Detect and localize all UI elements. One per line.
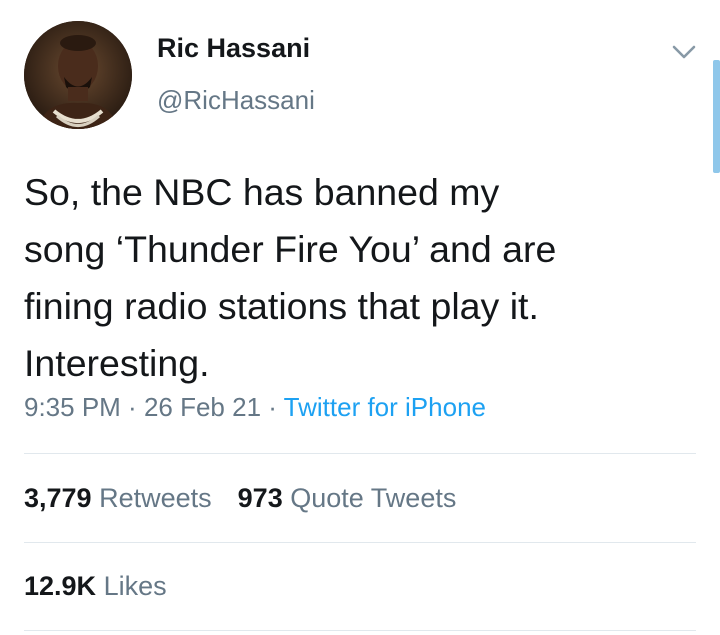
likes-stat[interactable]: 12.9K Likes xyxy=(24,571,167,602)
meta-separator: · xyxy=(261,392,284,422)
tweet-time: 9:35 PM xyxy=(24,392,121,422)
divider xyxy=(24,453,696,454)
quote-tweets-stat[interactable]: 973 Quote Tweets xyxy=(238,483,457,513)
avatar-image xyxy=(24,21,132,129)
tweet-text-line: Interesting. xyxy=(24,342,210,384)
tweet-text-line: fining radio stations that play it. xyxy=(24,285,539,327)
engagement-stats: 3,779 Retweets 973 Quote Tweets xyxy=(24,483,456,514)
quote-tweets-count: 973 xyxy=(237,483,283,513)
avatar[interactable] xyxy=(24,21,132,129)
divider xyxy=(24,542,696,543)
likes-label: Likes xyxy=(103,571,167,601)
divider xyxy=(24,630,696,631)
tweet-text-line: So, the NBC has banned my xyxy=(24,171,500,213)
tweet-date: 26 Feb 21 xyxy=(143,392,262,422)
tweet-text: So, the NBC has banned my song ‘Thunder … xyxy=(24,164,704,392)
scrollbar[interactable] xyxy=(713,60,720,173)
retweets-label: Retweets xyxy=(99,483,212,513)
quote-tweets-label: Quote Tweets xyxy=(290,483,457,513)
retweets-stat[interactable]: 3,779 Retweets xyxy=(24,483,212,513)
likes-count: 12.9K xyxy=(24,571,97,601)
tweet-text-line: song ‘Thunder Fire You’ and are xyxy=(24,228,557,270)
chevron-down-icon[interactable] xyxy=(668,36,700,68)
display-name[interactable]: Ric Hassani xyxy=(157,33,310,64)
retweets-count: 3,779 xyxy=(24,483,92,513)
tweet-meta: 9:35 PM · 26 Feb 21 · Twitter for iPhone xyxy=(24,392,486,423)
tweet-source-link[interactable]: Twitter for iPhone xyxy=(284,392,486,422)
meta-separator: · xyxy=(120,392,144,422)
user-handle[interactable]: @RicHassani xyxy=(157,85,315,116)
